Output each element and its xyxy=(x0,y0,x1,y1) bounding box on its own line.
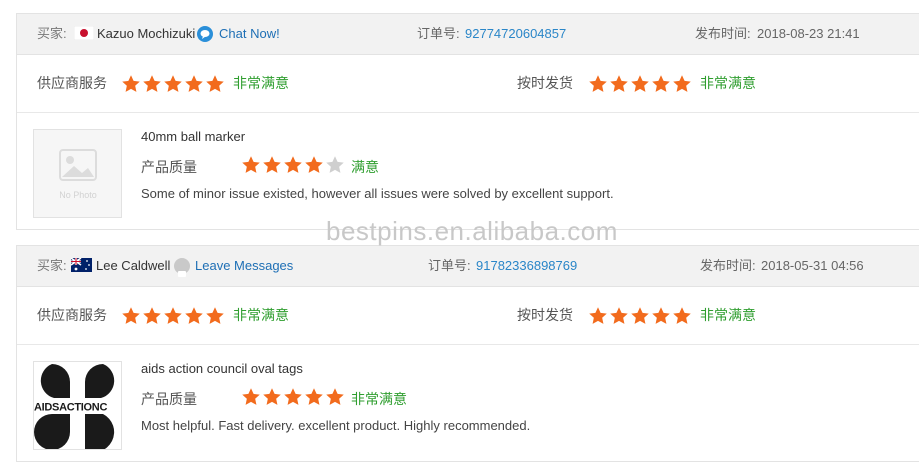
reviewed-item: AIDSACTIONC aids action council oval tag… xyxy=(17,345,919,461)
buyer-name[interactable]: Kazuo Mochizuki xyxy=(97,14,195,54)
order-number-link[interactable]: 91782336898769 xyxy=(476,246,577,286)
review-date: 2018-08-23 21:41 xyxy=(757,26,860,41)
aids-action-logo-icon: AIDSACTIONC xyxy=(34,364,115,453)
supplier-service-stars xyxy=(121,55,225,112)
star-icon xyxy=(143,74,161,92)
order-number-link[interactable]: 92774720604857 xyxy=(465,14,566,54)
supplier-service-stars xyxy=(121,287,225,344)
star-icon xyxy=(164,306,182,324)
no-photo-icon: No Photo xyxy=(59,149,97,200)
product-thumbnail[interactable]: No Photo xyxy=(33,129,122,218)
on-time-delivery-stars xyxy=(588,55,692,112)
japan-flag-icon xyxy=(74,26,94,40)
product-quality-stars xyxy=(241,387,345,407)
store-ratings: 供应商服务 非常满意 按时发货 非常满意 xyxy=(17,287,919,345)
leave-messages-link[interactable]: Leave Messages xyxy=(195,246,293,286)
product-thumbnail[interactable]: AIDSACTIONC xyxy=(33,361,122,453)
star-icon xyxy=(610,306,628,324)
supplier-service-label: 供应商服务 xyxy=(37,307,107,323)
star-icon xyxy=(610,74,628,92)
supplier-service-label: 供应商服务 xyxy=(37,75,107,91)
australia-flag-icon xyxy=(71,258,92,272)
supplier-service-verdict: 非常满意 xyxy=(233,307,289,323)
buyer-label: 买家: xyxy=(37,26,67,41)
on-time-delivery-label: 按时发货 xyxy=(517,75,573,91)
star-icon xyxy=(185,74,203,92)
star-icon xyxy=(305,388,323,405)
product-quality-verdict: 满意 xyxy=(351,159,379,175)
star-icon xyxy=(164,74,182,92)
logo-text: AIDSACTIONC xyxy=(34,402,107,414)
chat-now-link[interactable]: Chat Now! xyxy=(219,14,280,54)
star-icon xyxy=(673,74,691,92)
review-header: 买家: Kazuo Mochizuki Chat Now! 订单号: 92774… xyxy=(17,14,919,55)
star-icon xyxy=(242,388,260,405)
date-label: 发布时间: xyxy=(700,258,756,273)
star-icon xyxy=(263,156,281,173)
star-icon xyxy=(631,306,649,324)
star-icon xyxy=(206,306,224,324)
review-comment: Most helpful. Fast delivery. excellent p… xyxy=(141,418,531,433)
chat-bubble-icon[interactable] xyxy=(197,26,213,42)
on-time-delivery-verdict: 非常满意 xyxy=(700,75,756,91)
order-label: 订单号: xyxy=(428,258,471,273)
no-photo-text: No Photo xyxy=(59,190,97,200)
product-title-link[interactable]: aids action council oval tags xyxy=(141,361,303,376)
review-card: 买家: Kazuo Mochizuki Chat Now! 订单号: 92774… xyxy=(16,13,919,230)
product-quality-stars xyxy=(241,155,345,175)
review-header: 买家: Lee Caldwell Leave Messages 订单号: 917… xyxy=(17,246,919,287)
product-quality-label: 产品质量 xyxy=(141,159,197,175)
star-icon xyxy=(122,306,140,324)
star-icon xyxy=(652,74,670,92)
on-time-delivery-stars xyxy=(588,287,692,344)
star-icon xyxy=(284,156,302,173)
star-icon xyxy=(242,156,260,173)
star-icon xyxy=(185,306,203,324)
date-label: 发布时间: xyxy=(695,26,751,41)
star-icon xyxy=(631,74,649,92)
product-title-link[interactable]: 40mm ball marker xyxy=(141,129,245,144)
store-ratings: 供应商服务 非常满意 按时发货 非常满意 xyxy=(17,55,919,113)
star-icon xyxy=(263,388,281,405)
star-icon xyxy=(652,306,670,324)
message-icon[interactable] xyxy=(174,258,190,277)
buyer-name[interactable]: Lee Caldwell xyxy=(96,246,170,286)
on-time-delivery-label: 按时发货 xyxy=(517,307,573,323)
review-date: 2018-05-31 04:56 xyxy=(761,258,864,273)
star-icon xyxy=(673,306,691,324)
star-icon xyxy=(589,306,607,324)
review-card: 买家: Lee Caldwell Leave Messages 订单号: 917… xyxy=(16,245,919,462)
review-comment: Some of minor issue existed, however all… xyxy=(141,186,614,201)
supplier-service-verdict: 非常满意 xyxy=(233,75,289,91)
star-icon xyxy=(326,156,344,173)
star-icon xyxy=(305,156,323,173)
product-quality-verdict: 非常满意 xyxy=(351,391,407,407)
buyer-label: 买家: xyxy=(37,258,67,273)
star-icon xyxy=(326,388,344,405)
reviewed-item: No Photo 40mm ball marker 产品质量 满意 Some o… xyxy=(17,113,919,229)
order-label: 订单号: xyxy=(417,26,460,41)
star-icon xyxy=(143,306,161,324)
product-quality-label: 产品质量 xyxy=(141,391,197,407)
on-time-delivery-verdict: 非常满意 xyxy=(700,307,756,323)
star-icon xyxy=(284,388,302,405)
star-icon xyxy=(206,74,224,92)
star-icon xyxy=(122,74,140,92)
star-icon xyxy=(589,74,607,92)
